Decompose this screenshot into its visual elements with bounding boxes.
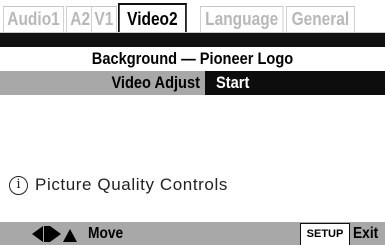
move-label: Move — [88, 225, 124, 242]
menu-header-band — [0, 33, 385, 47]
video-adjust-value[interactable]: Start — [216, 73, 249, 93]
tab-bar: Audio1 A2 V1 Language General Video2 — [0, 0, 385, 33]
setup-button[interactable]: SETUP — [300, 223, 350, 245]
tab-audio1[interactable]: Audio1 — [3, 6, 65, 32]
tab-general[interactable]: General — [286, 6, 355, 32]
arrow-right-icon — [50, 226, 61, 242]
info-line: i Picture Quality Controls — [9, 174, 228, 196]
tab-language[interactable]: Language — [200, 6, 284, 32]
video-adjust-label: Video Adjust — [111, 73, 200, 92]
info-icon: i — [9, 175, 28, 195]
background-setting-label: Background — Pioneer Logo — [91, 49, 294, 68]
arrow-center-block — [44, 226, 50, 242]
arrow-up-icon — [63, 229, 77, 242]
tab-video2[interactable]: Video2 — [118, 3, 187, 33]
exit-label: Exit — [353, 225, 379, 242]
arrow-left-icon — [32, 226, 43, 242]
navigation-arrows — [32, 226, 77, 242]
tab-v1[interactable]: V1 — [91, 6, 117, 32]
info-text: Picture Quality Controls — [35, 175, 228, 194]
